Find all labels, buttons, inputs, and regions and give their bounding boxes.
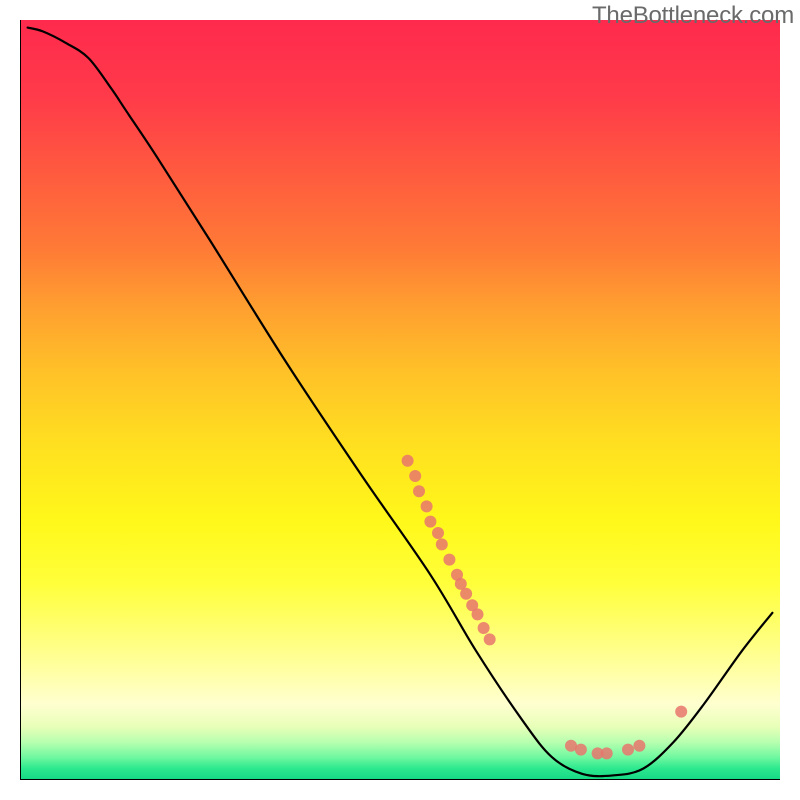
y-axis [20, 20, 21, 780]
watermark-text: TheBottleneck.com [592, 2, 794, 30]
scatter-point [675, 706, 687, 718]
scatter-point [575, 744, 587, 756]
scatter-point [424, 516, 436, 528]
scatter-point [460, 588, 472, 600]
scatter-point [409, 470, 421, 482]
bottleneck-curve-line [28, 28, 773, 777]
x-axis [20, 779, 780, 780]
scatter-point [436, 538, 448, 550]
chart-container: TheBottleneck.com [0, 0, 800, 800]
scatter-point [432, 527, 444, 539]
plot-area [20, 20, 780, 780]
chart-svg [20, 20, 780, 780]
scatter-point [484, 633, 496, 645]
scatter-point [421, 500, 433, 512]
scatter-point [443, 554, 455, 566]
scatter-point [622, 744, 634, 756]
scatter-point [601, 747, 613, 759]
scatter-point [633, 740, 645, 752]
scatter-point [413, 485, 425, 497]
scatter-point [478, 622, 490, 634]
scatter-point [472, 608, 484, 620]
scatter-point [402, 455, 414, 467]
scatter-points [402, 455, 688, 760]
